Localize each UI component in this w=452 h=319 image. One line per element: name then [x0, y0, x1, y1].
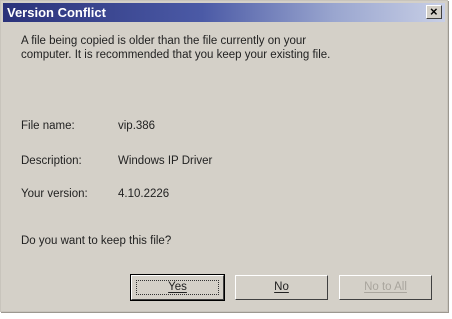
title-bar[interactable]: Version Conflict ×: [3, 3, 445, 22]
version-conflict-dialog: Version Conflict × A file being copied i…: [0, 0, 448, 312]
description-label: Description:: [21, 155, 82, 167]
description-value: Windows IP Driver: [118, 155, 213, 167]
no-button-label: No: [274, 281, 289, 293]
file-name-value: vip.386: [118, 120, 156, 132]
close-icon: ×: [430, 4, 438, 19]
conflict-message: A file being copied is older than the fi…: [21, 34, 426, 62]
keep-file-question: Do you want to keep this file?: [21, 235, 172, 247]
no-to-all-button-label: No to All: [364, 281, 407, 293]
message-line-2: computer. It is recommended that you kee…: [21, 49, 331, 61]
no-button[interactable]: No: [235, 275, 328, 300]
yes-button-label: Yes: [168, 281, 187, 293]
your-version-label: Your version:: [21, 188, 88, 200]
no-to-all-button[interactable]: No to All: [339, 275, 432, 300]
yes-button[interactable]: Yes: [130, 274, 225, 301]
close-button[interactable]: ×: [426, 4, 442, 19]
your-version-value: 4.10.2226: [118, 188, 170, 200]
file-name-label: File name:: [21, 120, 75, 132]
message-line-1: A file being copied is older than the fi…: [21, 35, 307, 47]
window-title: Version Conflict: [7, 5, 106, 20]
